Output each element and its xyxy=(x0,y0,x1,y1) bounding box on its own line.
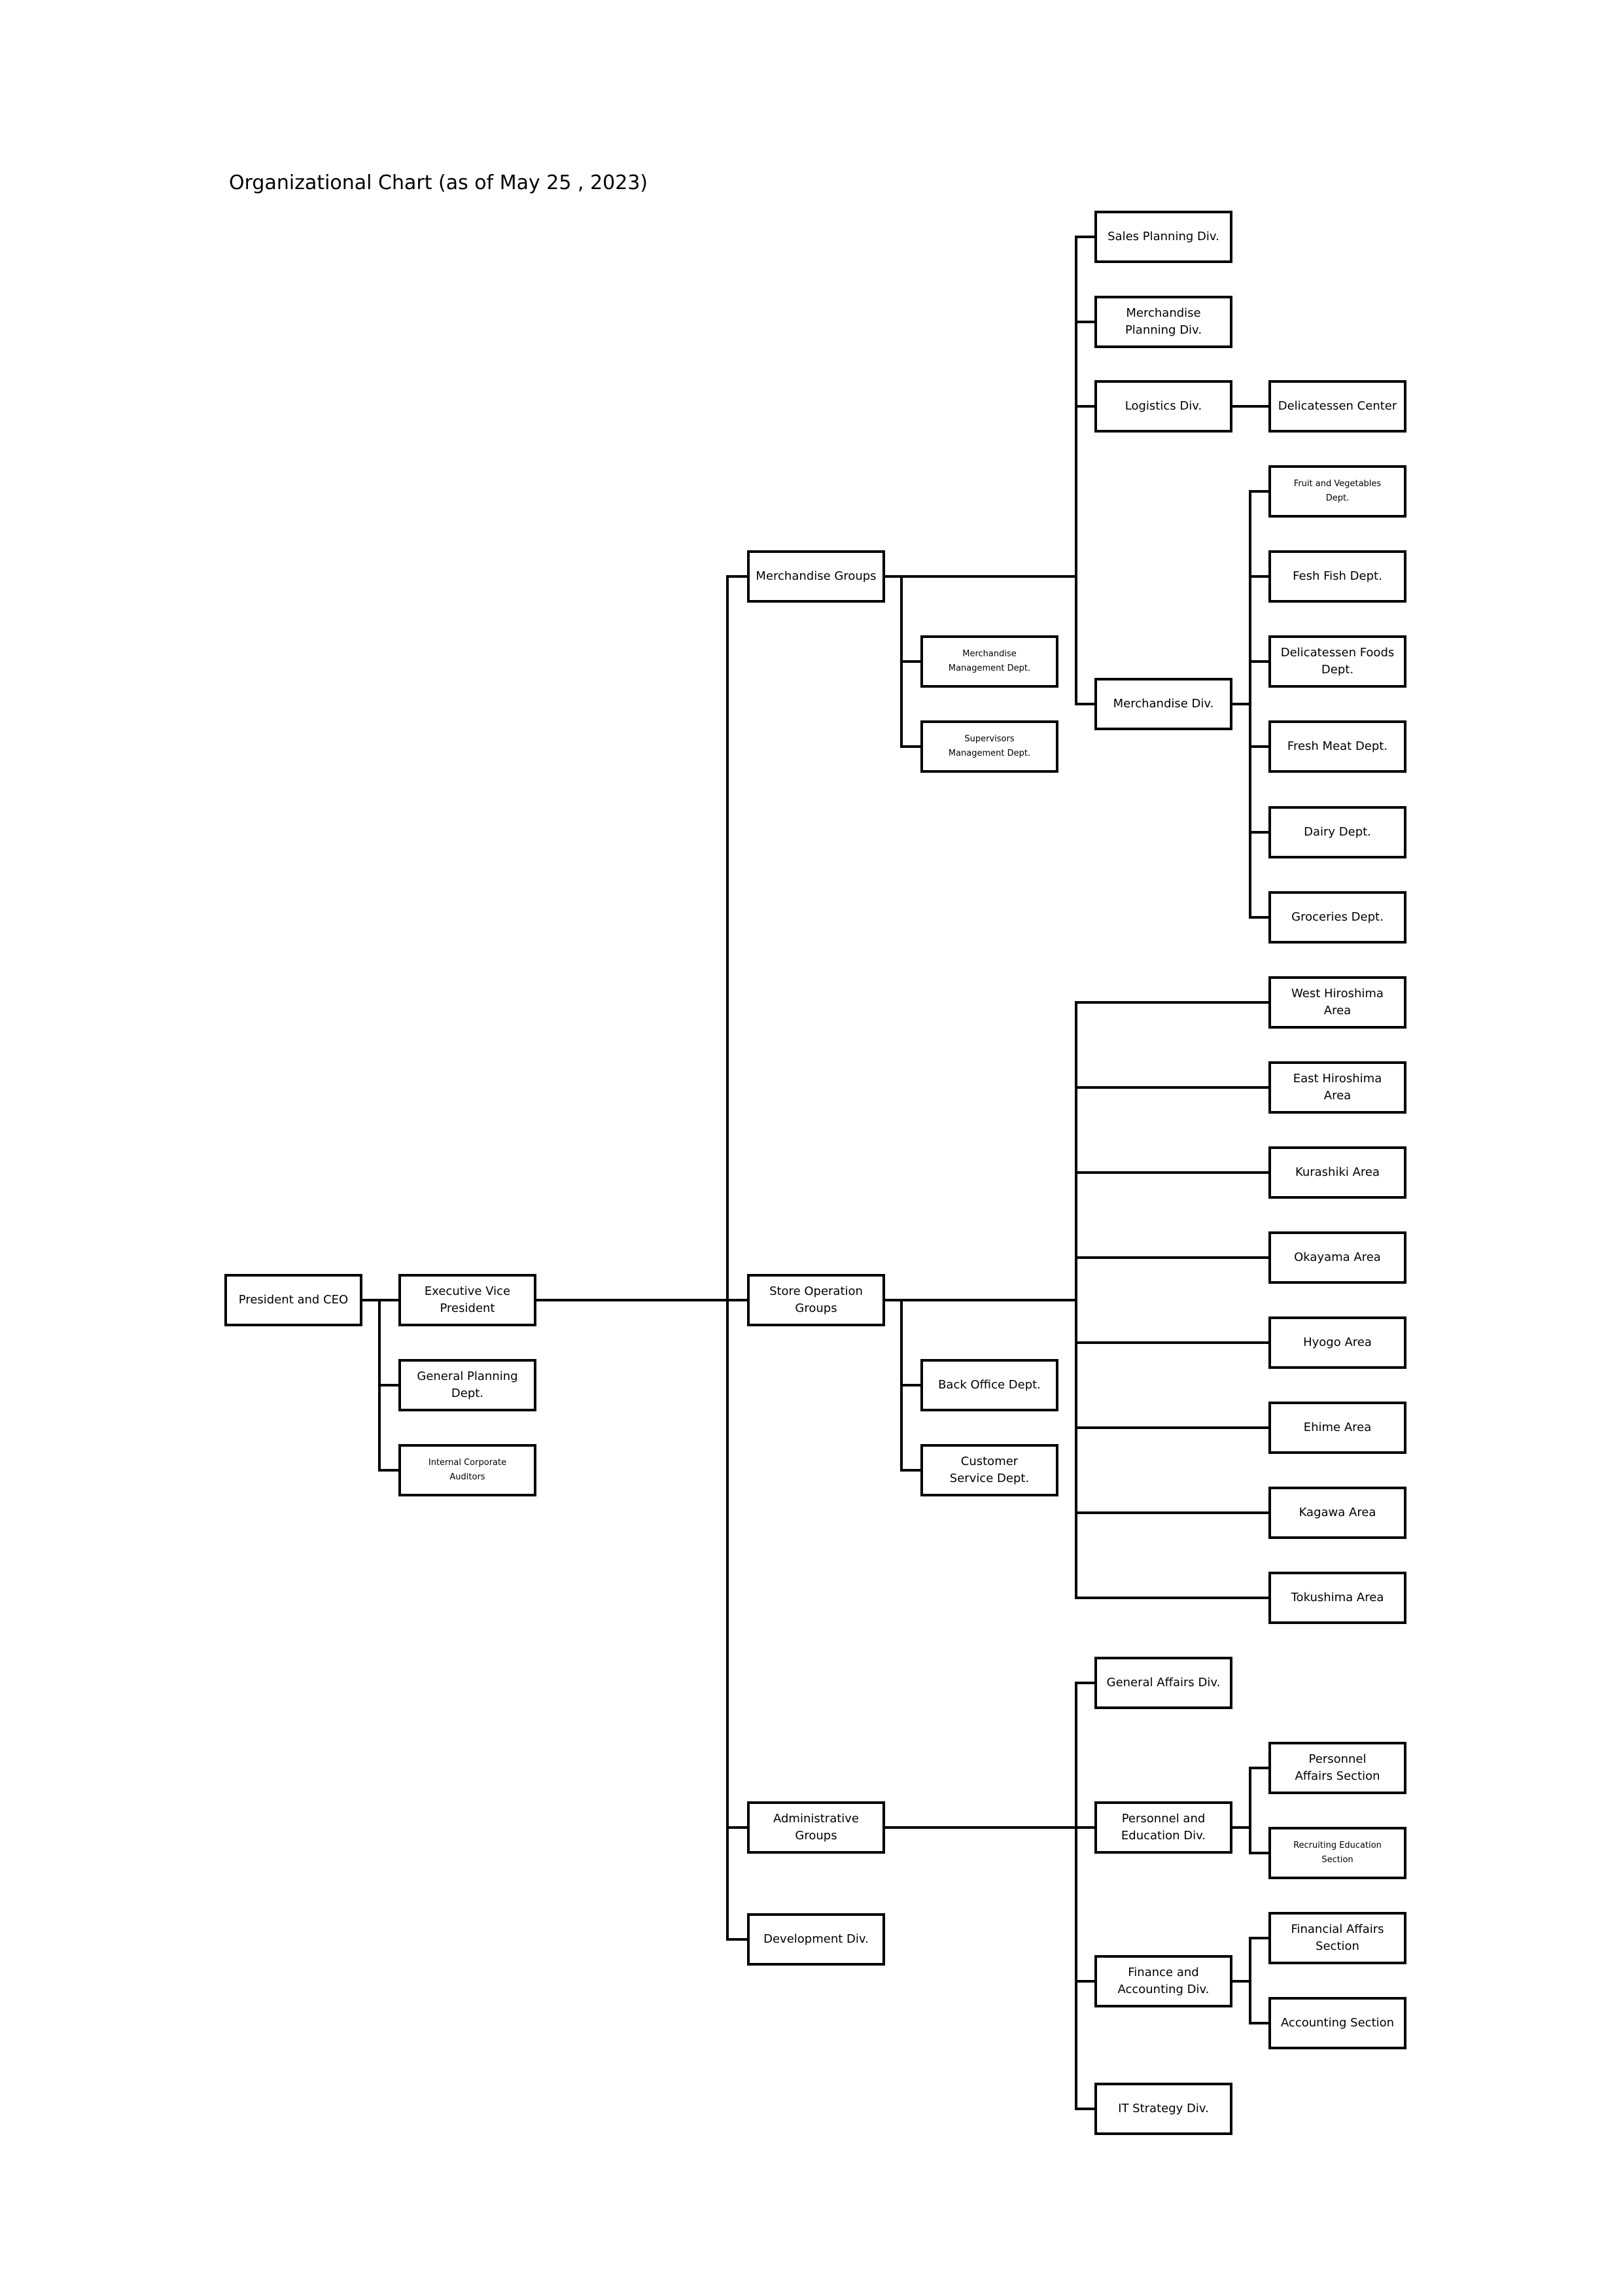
org-unit-evp: Executive Vice President xyxy=(398,1274,536,1326)
org-unit-merchandise-planning: Merchandise Planning Div. xyxy=(1094,296,1232,348)
org-unit-delicatessen-foods: Delicatessen Foods Dept. xyxy=(1268,635,1406,688)
org-unit-recruiting-education: Recruiting Education Section xyxy=(1268,1827,1406,1879)
org-unit-logistics: Logistics Div. xyxy=(1094,380,1232,433)
org-unit-kagawa: Kagawa Area xyxy=(1268,1487,1406,1539)
org-unit-tokushima: Tokushima Area xyxy=(1268,1572,1406,1624)
org-unit-fresh-fish: Fesh Fish Dept. xyxy=(1268,550,1406,603)
org-unit-customer-service: Customer Service Dept. xyxy=(920,1444,1058,1496)
org-unit-supervisors-management: Supervisors Management Dept. xyxy=(920,720,1058,773)
org-unit-back-office: Back Office Dept. xyxy=(920,1359,1058,1411)
org-unit-fresh-meat: Fresh Meat Dept. xyxy=(1268,720,1406,773)
org-unit-general-planning: General Planning Dept. xyxy=(398,1359,536,1411)
org-unit-fruit-vegetables: Fruit and Vegetables Dept. xyxy=(1268,465,1406,518)
org-unit-west-hiroshima: West Hiroshima Area xyxy=(1268,976,1406,1029)
org-unit-financial-affairs: Financial Affairs Section xyxy=(1268,1912,1406,1964)
org-unit-delicatessen-center: Delicatessen Center xyxy=(1268,380,1406,433)
org-unit-it-strategy: IT Strategy Div. xyxy=(1094,2083,1232,2135)
org-unit-okayama: Okayama Area xyxy=(1268,1231,1406,1284)
org-unit-store-operation-groups: Store Operation Groups xyxy=(747,1274,885,1326)
org-unit-ehime: Ehime Area xyxy=(1268,1402,1406,1454)
org-unit-administrative-groups: Administrative Groups xyxy=(747,1801,885,1854)
org-unit-internal-auditors: Internal Corporate Auditors xyxy=(398,1444,536,1496)
org-unit-sales-planning: Sales Planning Div. xyxy=(1094,211,1232,263)
org-unit-general-affairs: General Affairs Div. xyxy=(1094,1657,1232,1709)
org-unit-hyogo: Hyogo Area xyxy=(1268,1316,1406,1369)
org-unit-accounting-section: Accounting Section xyxy=(1268,1997,1406,2049)
org-unit-merchandise-management: Merchandise Management Dept. xyxy=(920,635,1058,688)
org-unit-merchandise-div: Merchandise Div. xyxy=(1094,678,1232,730)
org-unit-dairy: Dairy Dept. xyxy=(1268,806,1406,858)
org-unit-kurashiki: Kurashiki Area xyxy=(1268,1146,1406,1199)
org-unit-groceries: Groceries Dept. xyxy=(1268,891,1406,944)
org-unit-personnel-affairs: Personnel Affairs Section xyxy=(1268,1742,1406,1794)
org-unit-east-hiroshima: East Hiroshima Area xyxy=(1268,1061,1406,1114)
org-unit-merchandise-groups: Merchandise Groups xyxy=(747,550,885,603)
org-unit-personnel-education: Personnel and Education Div. xyxy=(1094,1801,1232,1854)
org-unit-finance-accounting: Finance and Accounting Div. xyxy=(1094,1955,1232,2007)
org-unit-president: President and CEO xyxy=(224,1274,362,1326)
org-unit-development-div: Development Div. xyxy=(747,1913,885,1966)
